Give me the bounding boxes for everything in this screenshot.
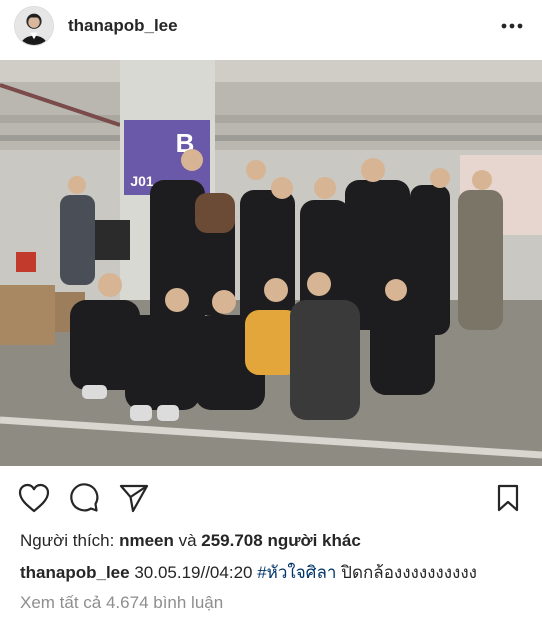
likes-others-count[interactable]: 259.708 người khác [201,531,361,550]
post-actions [0,478,542,518]
post-header: thanapob_lee [0,0,542,52]
liker-username[interactable]: nmeen [119,531,174,550]
signage-code: J01 [130,173,154,189]
more-options-button[interactable] [496,10,528,42]
likes-prefix: Người thích: [20,531,120,550]
send-icon [119,484,149,513]
post-caption: thanapob_lee 30.05.19//04:20 #หัวใจศิลา … [20,562,535,584]
caption-text: 30.05.19//04:20 [129,563,258,582]
share-button[interactable] [116,480,152,516]
comment-icon [70,483,99,512]
post-photo[interactable]: B J01 [0,60,542,466]
more-dots-icon [501,23,523,29]
save-button[interactable] [490,480,526,516]
likes-summary: Người thích: nmeen và 259.708 người khác [20,530,530,552]
caption-suffix: ปิดกล้องงงงงงงงงง [336,563,477,582]
view-all-comments-link[interactable]: Xem tất cả 4.674 bình luận [20,592,223,614]
likes-joiner: và [173,531,202,550]
heart-icon [18,483,50,513]
profile-avatar-icon [15,7,53,45]
bookmark-icon [497,484,519,512]
post-username[interactable]: thanapob_lee [68,16,178,36]
caption-hashtag[interactable]: #หัวใจศิลา [257,563,336,582]
like-button[interactable] [16,480,52,516]
caption-username[interactable]: thanapob_lee [20,563,130,582]
avatar[interactable] [14,6,54,46]
comment-button[interactable] [66,480,102,516]
